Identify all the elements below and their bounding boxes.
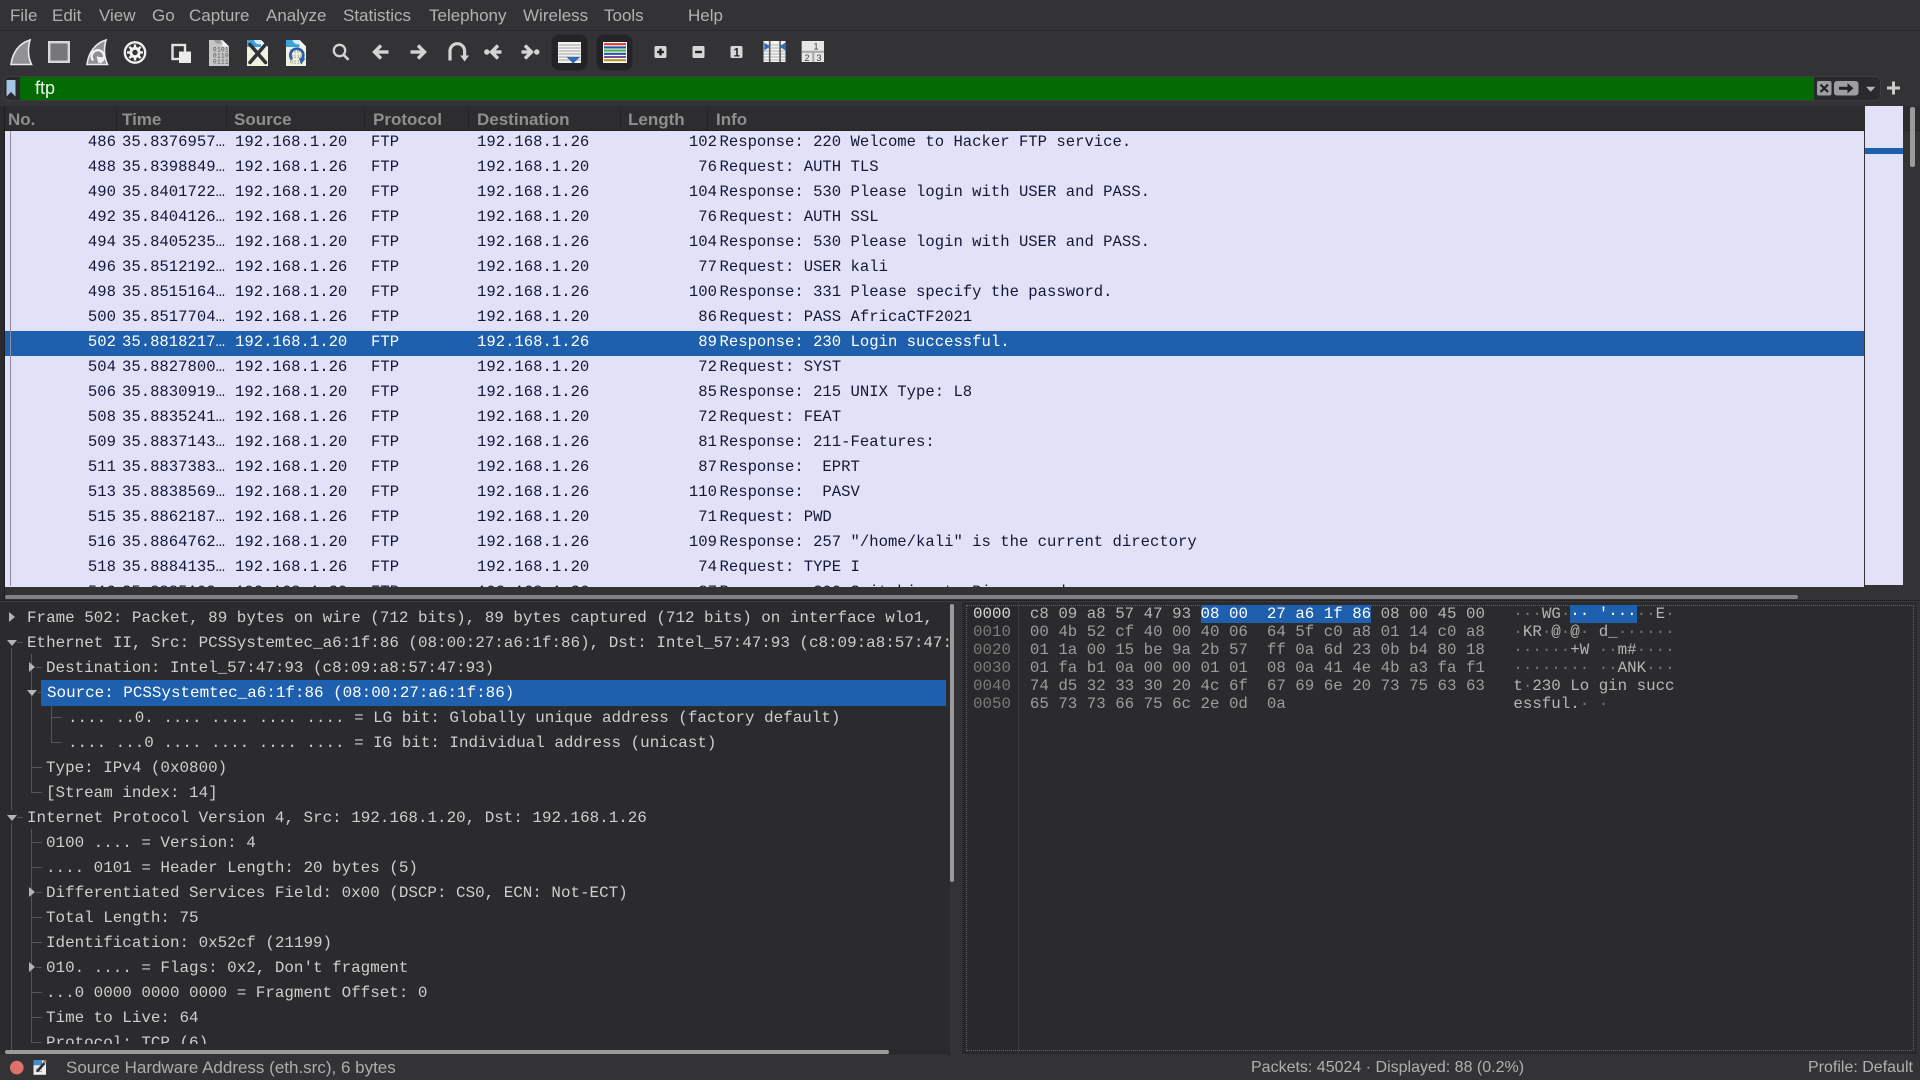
svg-text:0111: 0111 (213, 59, 229, 66)
svg-text:1: 1 (813, 41, 818, 51)
svg-text:1: 1 (733, 47, 740, 59)
svg-text:2: 2 (804, 53, 809, 63)
svg-text:3: 3 (816, 53, 821, 63)
